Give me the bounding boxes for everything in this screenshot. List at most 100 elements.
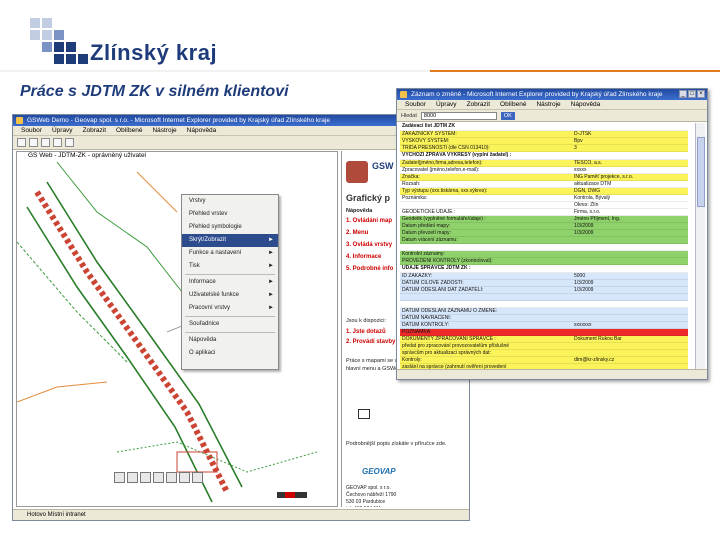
minimize-button[interactable]: _	[679, 90, 687, 98]
zoom-out-icon[interactable]	[127, 471, 138, 483]
form-field-value[interactable]	[572, 315, 688, 321]
form-row	[400, 244, 688, 251]
menu-tools[interactable]: Nástroje	[152, 126, 176, 135]
close-button[interactable]: ×	[697, 90, 705, 98]
ctx-item-souradnice[interactable]: Souřadnice	[182, 318, 278, 331]
form-field-value[interactable]: 1/3/2009	[572, 230, 688, 236]
form-field-label: TŘÍDA PŘESNOSTI (dle ČSN 013410):	[402, 145, 490, 151]
ctx-item-pracovni-vrstvy[interactable]: Pracovní vrstvy ►	[182, 302, 278, 315]
form-field-value[interactable]: 5000	[572, 273, 688, 279]
ctx-item-funkce-nastaveni[interactable]: Funkce a nastavení ►	[182, 247, 278, 260]
vertical-scrollbar[interactable]	[695, 123, 705, 369]
form-field-value[interactable]: 1/3/2009	[572, 280, 688, 286]
menu-favorites[interactable]: Oblíbené	[116, 126, 142, 135]
ctx-item-tisk[interactable]: Tisk ►	[182, 260, 278, 273]
menu-help[interactable]: Nápověda	[187, 126, 217, 135]
form-field-value[interactable]	[572, 329, 688, 335]
map-view[interactable]: GS Web - JDTM-ZK - oprávněný uživatel Vr…	[16, 151, 338, 507]
form-field-value[interactable]	[572, 258, 688, 264]
form-field-value[interactable]	[572, 308, 688, 314]
info-icon[interactable]	[153, 471, 164, 483]
layers-icon[interactable]	[192, 471, 203, 483]
form-field-value[interactable]: Kontrola, Bývalý	[572, 195, 688, 201]
menu-favorites[interactable]: Oblíbené	[500, 100, 526, 109]
form-field-value[interactable]: Bpv	[572, 138, 688, 144]
menu-file[interactable]: Soubor	[21, 126, 42, 135]
zoom-in-icon[interactable]	[114, 471, 125, 483]
home-icon[interactable]	[65, 138, 74, 147]
form-field-value[interactable]	[572, 237, 688, 243]
ctx-item-uzivatelske-funkce[interactable]: Uživatelské funkce ►	[182, 289, 278, 302]
form-field-label: Kontroly:	[402, 357, 422, 363]
ctx-item-napoveda[interactable]: Nápověda	[182, 334, 278, 347]
form-field-value[interactable]: Jméno Příjmení, Ing.	[572, 216, 688, 222]
menu-help[interactable]: Nápověda	[571, 100, 601, 109]
form-row: Značka: ING Paměť projekce, s.r.o.	[400, 174, 688, 181]
form-field-value[interactable]: dtm@kr-zlinsky.cz	[572, 357, 688, 363]
help-link[interactable]: 5. Podrobné info	[346, 263, 393, 275]
pan-icon[interactable]	[140, 471, 151, 483]
menu-separator	[185, 332, 275, 333]
ctx-item-prehled-vrstev[interactable]: Přehled vrstev	[182, 208, 278, 221]
help-link[interactable]: 1. Jste dotazů	[346, 327, 395, 337]
ctx-item-skryt-zobrazit[interactable]: Skrýt/Zobrazit ►	[182, 234, 278, 247]
form-field-value[interactable]: 1/3/2009	[572, 287, 688, 293]
form-row: TŘÍDA PŘESNOSTI (dle ČSN 013410): 3	[400, 145, 688, 152]
form-field-value[interactable]: DGN, DWG	[572, 188, 688, 194]
map-canvas[interactable]	[17, 152, 338, 507]
book-icon[interactable]	[358, 409, 370, 419]
scroll-thumb[interactable]	[697, 137, 705, 207]
form-row: Geodetik (vyplněné formuláře/údaje) : Jmé…	[400, 216, 688, 223]
refresh-icon[interactable]	[53, 138, 62, 147]
form-field-value[interactable]: 1/3/2009	[572, 223, 688, 229]
form-field-value[interactable]	[572, 350, 688, 356]
ctx-item-vrstvy[interactable]: Vrstvy	[182, 195, 278, 208]
form-row: DATUM NAVRÁCENÍ:	[400, 315, 688, 322]
menu-edit[interactable]: Úpravy	[436, 100, 457, 109]
form-field-value[interactable]: TESCO, a.s.	[572, 160, 688, 166]
form-field-value[interactable]	[572, 265, 688, 272]
back-icon[interactable]	[17, 138, 26, 147]
forward-icon[interactable]	[29, 138, 38, 147]
menu-edit[interactable]: Úpravy	[52, 126, 73, 135]
form-field-value[interactable]	[572, 152, 688, 159]
form-field-label: Geodetik (vyplněné formuláře/údaje) :	[402, 216, 486, 222]
brand-name: Zlínský kraj	[90, 40, 218, 65]
form-field-label: Zpracovatel (jméno,telefon,e-mail):	[402, 167, 480, 173]
window-titlebar[interactable]: Záznam o změně - Microsoft Internet Expl…	[397, 89, 707, 100]
menu-view[interactable]: Zobrazit	[467, 100, 490, 109]
form-field-value[interactable]	[572, 301, 688, 307]
form-field-value[interactable]: Firma, s.r.o.	[572, 209, 688, 215]
form-field-value[interactable]: Dokument Rukou Bar	[572, 336, 688, 342]
stop-icon[interactable]	[41, 138, 50, 147]
form-field-value[interactable]	[572, 251, 688, 257]
form-field-value[interactable]: D-JTSK	[572, 131, 688, 137]
menu-tools[interactable]: Nástroje	[536, 100, 560, 109]
help-link[interactable]: 2. Menu	[346, 227, 393, 239]
form-field-value[interactable]: xxxxxxx	[572, 322, 688, 328]
form-field-value[interactable]: Okres: Zlín	[572, 202, 688, 208]
form-field-value[interactable]	[572, 294, 688, 300]
ctx-item-informace[interactable]: Informace ►	[182, 276, 278, 289]
ctx-item-prehled-symbologie[interactable]: Přehled symbologie	[182, 221, 278, 234]
print-icon[interactable]	[179, 471, 190, 483]
form-field-value[interactable]	[572, 343, 688, 349]
help-link[interactable]: 2. Provádí stavby	[346, 337, 395, 347]
form-field-value[interactable]	[572, 244, 688, 250]
help-link[interactable]: 1. Ovládání map	[346, 215, 393, 227]
form-field-label: ÚDAJE SPRÁVCE JDTM ZK :	[402, 265, 471, 271]
menu-view[interactable]: Zobrazit	[83, 126, 106, 135]
measure-icon[interactable]	[166, 471, 177, 483]
help-link[interactable]: 4. Informace	[346, 251, 393, 263]
ctx-item-o-aplikaci[interactable]: O aplikaci	[182, 347, 278, 360]
help-link[interactable]: 3. Ovládá vrstvy	[346, 239, 393, 251]
go-button[interactable]: OK	[500, 111, 515, 120]
search-input[interactable]: 8000	[420, 111, 497, 120]
menu-file[interactable]: Soubor	[405, 100, 426, 109]
form-field-value[interactable]: 3	[572, 145, 688, 151]
form-field-value[interactable]: ING Paměť projekce, s.r.o.	[572, 174, 688, 180]
maximize-button[interactable]: □	[688, 90, 696, 98]
form-field-label: Datum převzetí mapy:	[402, 230, 451, 236]
form-field-value[interactable]: aktualizace DTM	[572, 181, 688, 187]
form-field-value[interactable]: xxxxx	[572, 167, 688, 173]
